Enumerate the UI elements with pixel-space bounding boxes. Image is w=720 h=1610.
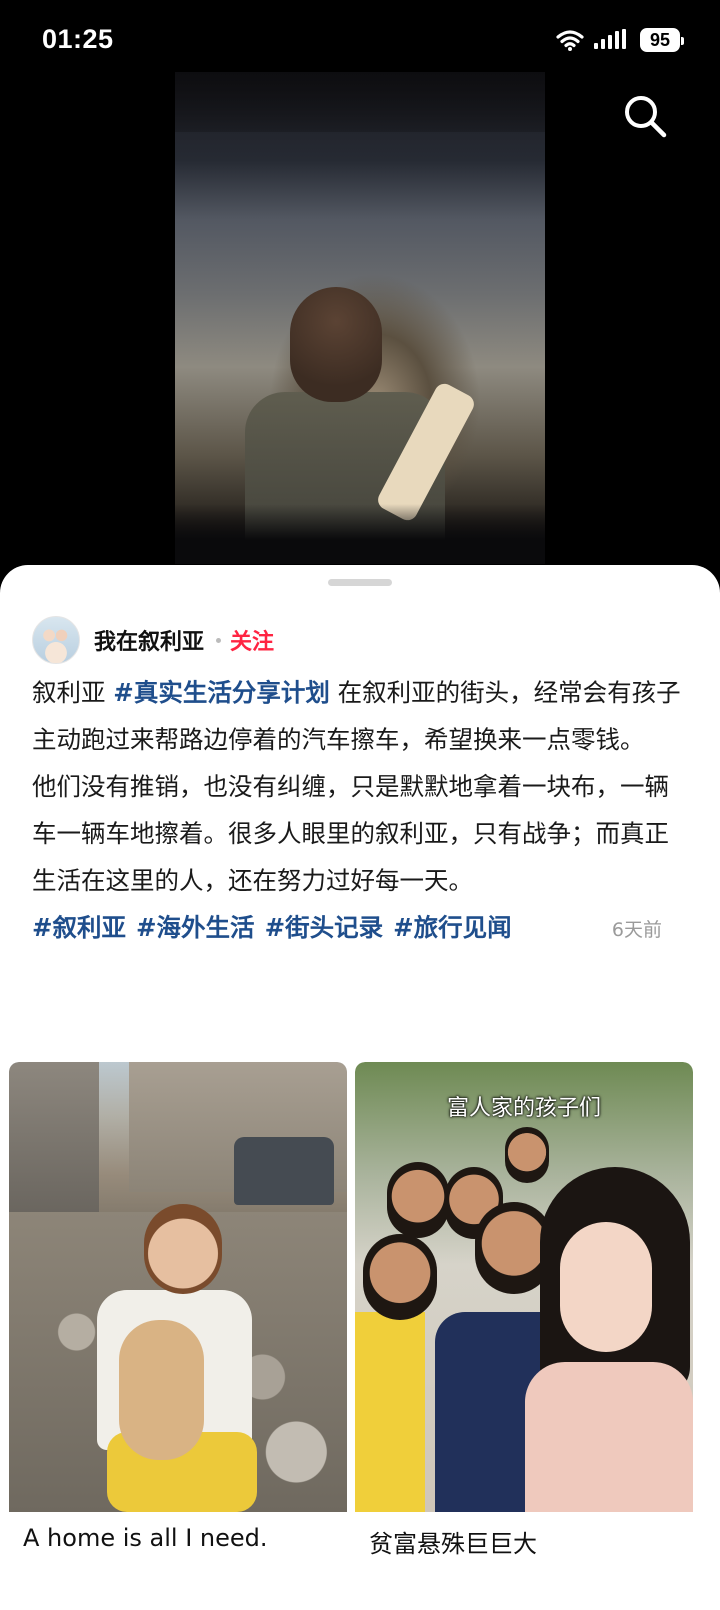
status-bar: 01:25 95	[0, 0, 720, 80]
hashtag-link[interactable]: #海外生活	[136, 904, 255, 951]
cat	[119, 1320, 204, 1460]
van	[234, 1137, 334, 1205]
post-paragraph-2: 他们没有推销，也没有纠缠，只是默默地拿着一块布，一辆车一辆车地擦着。很多人眼里的…	[32, 772, 669, 895]
card-image	[9, 1062, 347, 1512]
post-paragraph-1: 叙利亚 #真实生活分享计划 在叙利亚的街头，经常会有孩子主动跑过来帮路边停着的汽…	[32, 678, 681, 754]
separator-dot	[216, 637, 222, 643]
video-player[interactable]	[175, 72, 545, 564]
image-caption: 富人家的孩子们	[446, 1096, 601, 1121]
author-row: 我在叙利亚 关注	[32, 613, 274, 667]
hashtag-row: #叙利亚 #海外生活 #街头记录 #旅行见闻 6天前	[32, 904, 692, 954]
hashtag-link[interactable]: #旅行见闻	[393, 904, 512, 951]
card-image: 富人家的孩子们	[355, 1062, 693, 1512]
signal-icon	[594, 29, 626, 49]
avatar[interactable]	[32, 616, 80, 664]
card-title: A home is all I need.	[23, 1524, 268, 1552]
feed-card[interactable]: A home is all I need.	[9, 1062, 347, 1610]
follow-button[interactable]: 关注	[230, 624, 274, 656]
wifi-icon	[556, 30, 584, 51]
search-icon[interactable]	[622, 93, 668, 139]
status-icons: 95	[556, 28, 684, 52]
hashtag-link[interactable]: #街头记录	[265, 904, 384, 951]
video-child-head	[290, 287, 382, 402]
hashtag-link[interactable]: #真实生活分享计划	[113, 678, 330, 707]
post-content: 叙利亚 #真实生活分享计划 在叙利亚的街头，经常会有孩子主动跑过来帮路边停着的汽…	[32, 669, 692, 954]
status-time: 01:25	[42, 24, 114, 54]
card-title: 贫富悬殊巨巨大	[369, 1530, 537, 1558]
post-date: 6天前	[611, 919, 662, 941]
drag-handle[interactable]	[328, 579, 392, 586]
hashtag-link[interactable]: #叙利亚	[32, 904, 126, 951]
boy	[144, 1204, 222, 1294]
battery-indicator: 95	[640, 28, 684, 52]
author-name[interactable]: 我在叙利亚	[94, 624, 204, 656]
feed-card[interactable]: 富人家的孩子们 贫富悬殊巨巨大	[355, 1062, 693, 1610]
